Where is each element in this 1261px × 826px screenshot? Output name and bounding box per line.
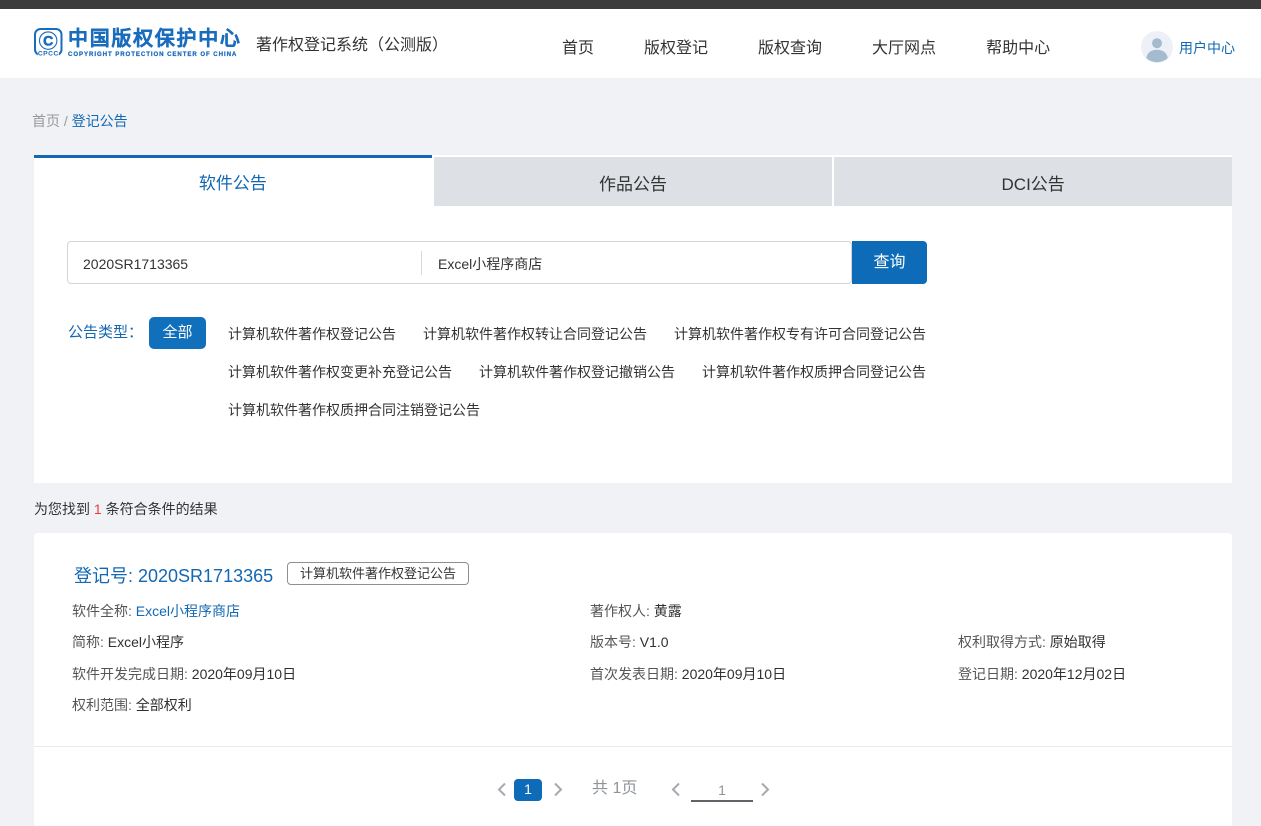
svg-text:CPCC: CPCC [38, 51, 59, 56]
svg-text:C: C [43, 33, 53, 49]
